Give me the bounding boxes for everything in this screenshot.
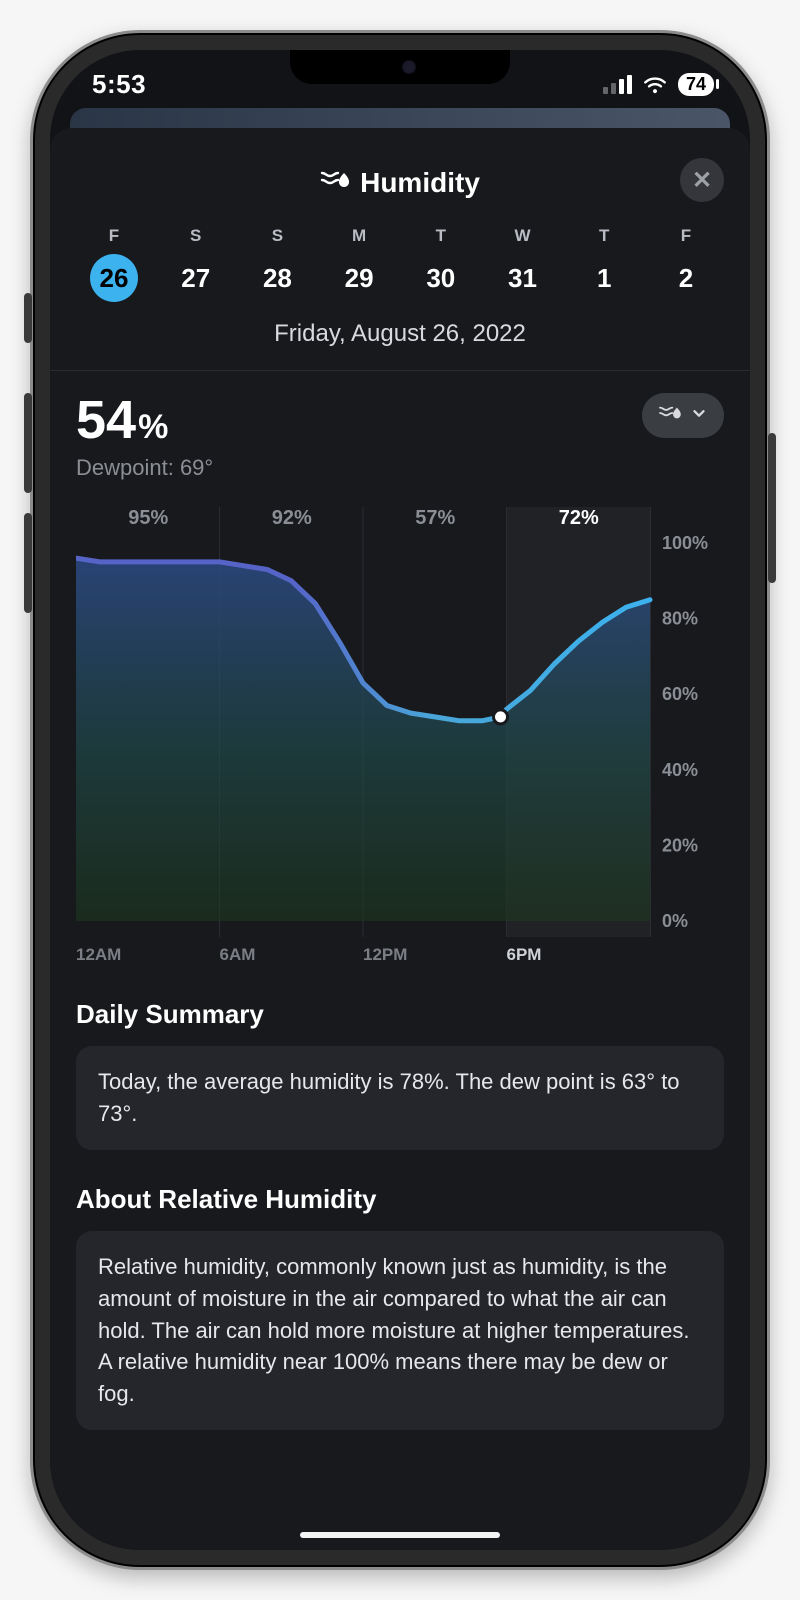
day-number: 2	[662, 254, 710, 302]
y-tick: 80%	[662, 609, 698, 629]
battery-level: 74	[686, 74, 706, 95]
summary-heading: Daily Summary	[76, 999, 724, 1030]
about-text: Relative humidity, commonly known just a…	[98, 1254, 689, 1407]
chart-segment-label: 72%	[507, 507, 651, 535]
status-time: 5:53	[92, 69, 146, 100]
humidity-chart[interactable]: 95%92%57%72% 100% 80% 60% 40% 20% 0% 12AM6AM1…	[76, 507, 724, 965]
wifi-icon	[642, 71, 668, 97]
chart-now-marker	[494, 710, 508, 724]
detail-sheet: Humidity ✕ F26S27S28M29T30W31T1F2 Friday…	[50, 128, 750, 1550]
day-of-week: T	[405, 226, 477, 246]
chart-segment-label: 57%	[363, 507, 507, 535]
summary-card: Today, the average humidity is 78%. The …	[76, 1046, 724, 1150]
power-button	[768, 433, 776, 583]
chart-segment-label: 92%	[220, 507, 364, 535]
x-tick: 12PM	[363, 945, 507, 965]
summary-text: Today, the average humidity is 78%. The …	[98, 1069, 680, 1126]
day-of-week: F	[650, 226, 722, 246]
day-picker-item[interactable]: F2	[650, 226, 722, 302]
device-frame: 5:53 74	[30, 30, 770, 1570]
x-tick: 12AM	[76, 945, 220, 965]
x-tick: 6AM	[220, 945, 364, 965]
current-humidity: 54% Dewpoint: 69°	[76, 393, 213, 481]
volume-up	[24, 393, 32, 493]
day-number: 30	[417, 254, 465, 302]
day-number: 31	[499, 254, 547, 302]
day-picker-item[interactable]: T 30	[405, 226, 477, 302]
battery-indicator: 74	[678, 73, 714, 96]
day-number: 26	[90, 254, 138, 302]
day-picker-item[interactable]: T1	[568, 226, 640, 302]
day-picker-item[interactable]: S 28	[241, 226, 313, 302]
current-unit: %	[138, 408, 168, 446]
close-button[interactable]: ✕	[680, 158, 724, 202]
volume-down	[24, 513, 32, 613]
sheet-title-text: Humidity	[360, 167, 480, 199]
day-picker: F26S27S28M29T30W31T1F2 Friday, August 26…	[76, 226, 724, 348]
y-tick: 60%	[662, 684, 698, 704]
about-heading: About Relative Humidity	[76, 1184, 724, 1215]
mute-switch	[24, 293, 32, 343]
close-icon: ✕	[692, 166, 712, 195]
sheet-title: Humidity	[320, 167, 480, 200]
humidity-icon	[658, 403, 682, 428]
status-bar: 5:53 74	[50, 50, 750, 108]
day-number: 1	[580, 254, 628, 302]
y-tick: 100%	[662, 533, 708, 553]
day-of-week: T	[568, 226, 640, 246]
about-card: Relative humidity, commonly known just a…	[76, 1231, 724, 1430]
day-of-week: S	[160, 226, 232, 246]
day-picker-item[interactable]: F 26	[78, 226, 150, 302]
day-of-week: W	[487, 226, 559, 246]
day-number: 29	[335, 254, 383, 302]
current-value: 54	[76, 390, 136, 450]
day-of-week: F	[78, 226, 150, 246]
metric-selector[interactable]	[642, 393, 724, 438]
y-tick: 20%	[662, 835, 698, 855]
x-tick: 6PM	[507, 945, 651, 965]
y-tick: 40%	[662, 760, 698, 780]
chevron-down-icon	[690, 404, 708, 427]
selected-date: Friday, August 26, 2022	[76, 320, 724, 348]
day-picker-item[interactable]: S 27	[160, 226, 232, 302]
day-picker-item[interactable]: M 29	[323, 226, 395, 302]
chart-segment-label: 95%	[76, 507, 220, 535]
day-picker-item[interactable]: W 31	[487, 226, 559, 302]
humidity-icon	[320, 167, 350, 200]
screen: 5:53 74	[50, 50, 750, 1550]
home-indicator[interactable]	[300, 1532, 500, 1538]
divider	[50, 370, 750, 371]
day-number: 28	[253, 254, 301, 302]
day-number: 27	[172, 254, 220, 302]
y-tick: 0%	[662, 911, 688, 931]
day-of-week: M	[323, 226, 395, 246]
day-of-week: S	[241, 226, 313, 246]
cellular-icon	[603, 75, 632, 94]
dewpoint-label: Dewpoint: 69°	[76, 455, 213, 481]
